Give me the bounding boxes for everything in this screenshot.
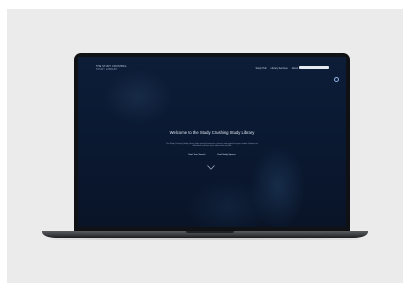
laptop-screen: THE STUDY CRUSHING STUDY LIBRARY Study H… (78, 57, 346, 227)
start-search-button[interactable]: Start Your Search (188, 154, 205, 156)
find-spaces-button[interactable]: Find Study Spaces (217, 154, 235, 156)
gear-icon[interactable] (334, 77, 339, 82)
hero-background (78, 57, 346, 227)
main-nav: Study Hub Library Services About (255, 67, 298, 70)
hero-title: Welcome to the Study Crushing Study Libr… (169, 130, 255, 135)
site-header: THE STUDY CRUSHING STUDY LIBRARY Study H… (78, 57, 346, 77)
search-input[interactable] (299, 66, 329, 69)
hero-buttons: Start Your Search Find Study Spaces (78, 154, 346, 156)
laptop-lid: THE STUDY CRUSHING STUDY LIBRARY Study H… (74, 53, 350, 231)
site-logo[interactable]: THE STUDY CRUSHING STUDY LIBRARY (96, 65, 127, 71)
nav-item-about[interactable]: About (292, 67, 298, 70)
nav-item-study-hub[interactable]: Study Hub (255, 67, 266, 70)
laptop-notch (186, 231, 234, 233)
chevron-down-icon[interactable] (207, 165, 215, 170)
nav-item-library-services[interactable]: Library Services (271, 67, 288, 70)
logo-line-2: STUDY LIBRARY (96, 68, 118, 71)
hero-description: The Study Crushing Study Library helps y… (165, 143, 259, 148)
laptop-shadow (50, 238, 360, 240)
